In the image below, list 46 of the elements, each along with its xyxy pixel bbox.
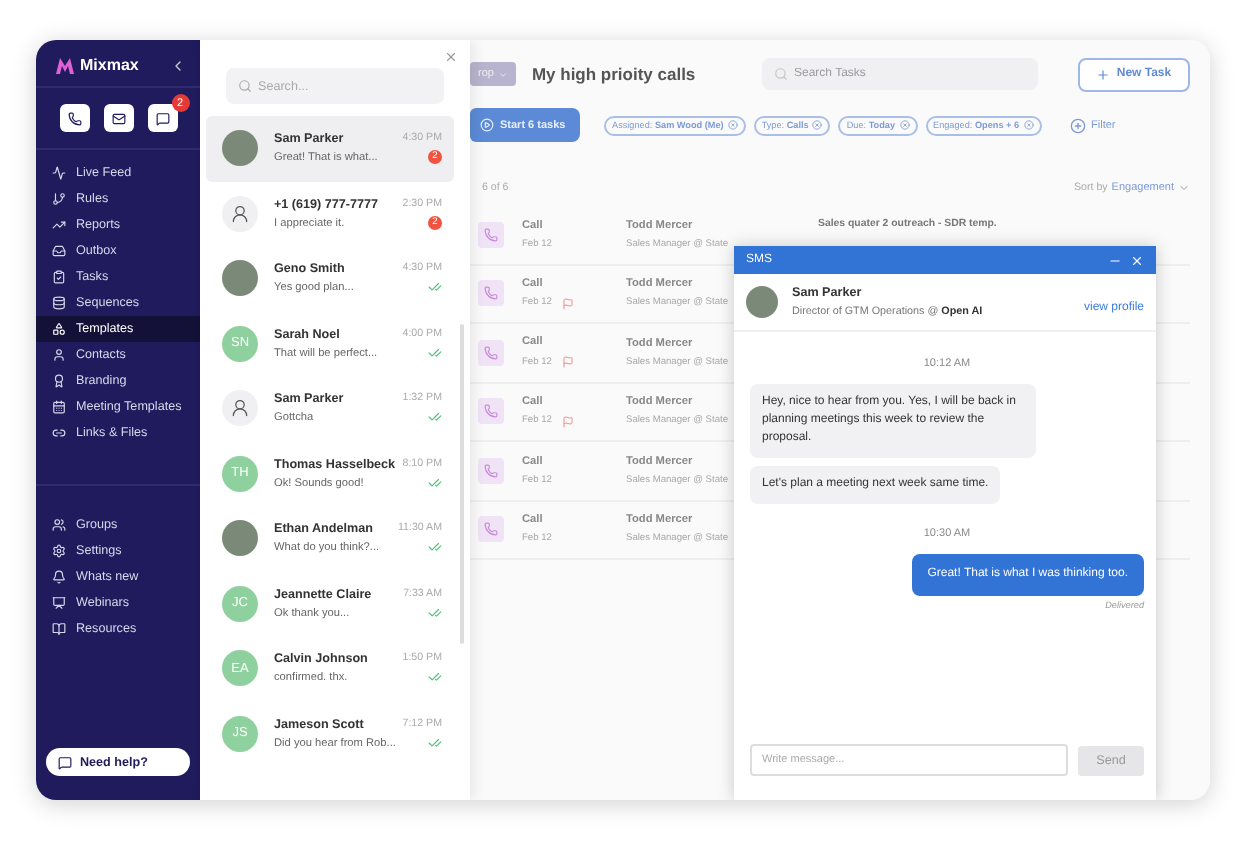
- database-icon: [52, 296, 66, 310]
- plus-icon: [1069, 117, 1086, 133]
- collapse-icon[interactable]: [170, 57, 186, 73]
- chat-icon: [155, 111, 169, 125]
- clipboard-icon: [52, 270, 66, 284]
- settings-icon: [52, 544, 66, 558]
- play-icon: [480, 118, 494, 132]
- phone-button[interactable]: [59, 104, 89, 132]
- mail-button[interactable]: [103, 104, 133, 132]
- presentation-icon: [52, 596, 66, 610]
- shapes-icon: [52, 322, 66, 336]
- mail-icon: [111, 111, 125, 125]
- remove-icon[interactable]: [727, 120, 738, 130]
- close-icon[interactable]: [444, 50, 458, 64]
- calendar-icon: [52, 400, 66, 414]
- chevron-down-icon: [497, 69, 508, 79]
- users-icon: [52, 518, 66, 532]
- user-icon: [52, 348, 66, 362]
- pulse-icon: [52, 166, 66, 180]
- link-icon: [52, 426, 66, 440]
- branch-icon: [52, 192, 66, 206]
- chart-icon: [52, 218, 66, 232]
- avatar-photo: [746, 286, 778, 318]
- scrollbar[interactable]: [460, 324, 464, 644]
- person-icon: [230, 398, 250, 419]
- person-icon: [230, 203, 250, 224]
- chat-icon: [58, 755, 72, 769]
- remove-icon[interactable]: [812, 120, 823, 130]
- logo-text: Mixmax: [80, 56, 139, 74]
- award-icon: [52, 374, 66, 388]
- plus-icon: [1096, 67, 1111, 81]
- book-icon: [52, 622, 66, 636]
- chevron-down-icon[interactable]: [1178, 182, 1190, 194]
- page-title: My high prioity calls: [531, 64, 696, 84]
- search-icon: [238, 79, 252, 93]
- avatar-photo: [222, 130, 258, 167]
- remove-icon[interactable]: [899, 120, 909, 130]
- search-icon: [774, 67, 788, 81]
- bell-icon: [52, 570, 66, 584]
- message-button[interactable]: [147, 104, 177, 132]
- avatar-photo: [222, 260, 258, 297]
- avatar-photo: [222, 520, 258, 557]
- phone-icon: [67, 111, 81, 125]
- inbox-icon: [52, 244, 66, 258]
- logo-icon: [56, 57, 74, 73]
- remove-icon[interactable]: [1023, 120, 1034, 130]
